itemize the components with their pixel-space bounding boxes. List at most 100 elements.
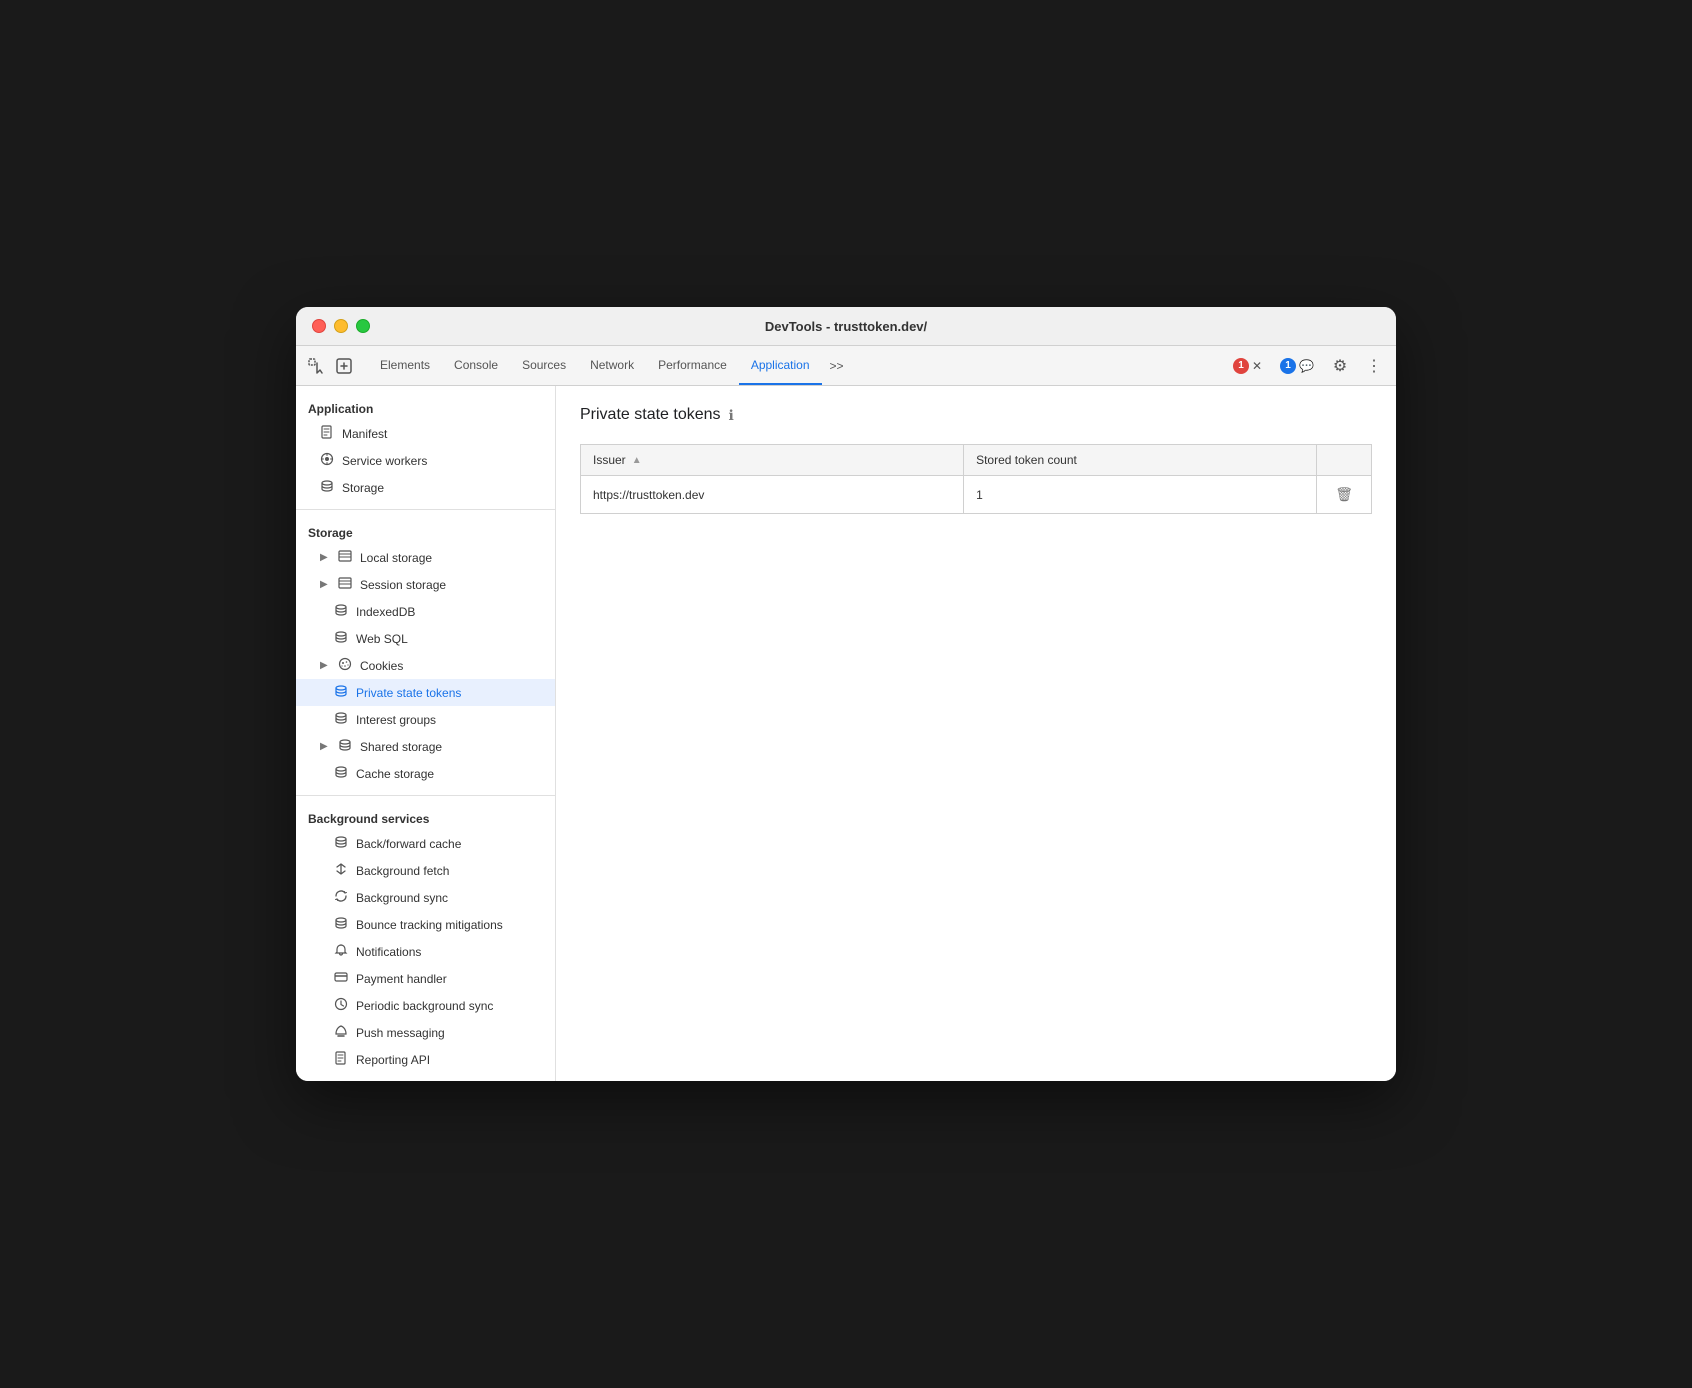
- sidebar-item-manifest[interactable]: Manifest: [296, 420, 555, 447]
- service-workers-icon: [320, 452, 334, 469]
- sidebar-item-notifications[interactable]: Notifications: [296, 938, 555, 965]
- warning-badge[interactable]: 1 💬: [1274, 356, 1320, 376]
- tab-sources[interactable]: Sources: [510, 346, 578, 385]
- section-label-storage: Storage: [296, 518, 555, 544]
- sidebar-item-interest-groups[interactable]: Interest groups: [296, 706, 555, 733]
- inspect-icon[interactable]: [332, 354, 356, 378]
- local-storage-label: Local storage: [360, 551, 432, 565]
- web-sql-label: Web SQL: [356, 632, 408, 646]
- more-options-icon[interactable]: ⋮: [1360, 352, 1388, 380]
- reporting-api-icon: [334, 1051, 348, 1068]
- local-storage-icon: [338, 549, 352, 566]
- sidebar-item-private-state-tokens[interactable]: Private state tokens: [296, 679, 555, 706]
- manifest-label: Manifest: [342, 427, 387, 441]
- cell-delete: 🗑: [1317, 476, 1372, 514]
- title-bar: DevTools - trusttoken.dev/: [296, 307, 1396, 346]
- sidebar-item-back-forward-cache[interactable]: Back/forward cache: [296, 830, 555, 857]
- tab-console[interactable]: Console: [442, 346, 510, 385]
- shared-storage-icon: [338, 738, 352, 755]
- manifest-icon: [320, 425, 334, 442]
- panel-title: Private state tokens ℹ: [580, 406, 1372, 424]
- back-forward-cache-icon: [334, 835, 348, 852]
- indexeddb-icon: [334, 603, 348, 620]
- column-actions: [1317, 445, 1372, 476]
- background-fetch-icon: [334, 862, 348, 879]
- section-label-application: Application: [296, 394, 555, 420]
- back-forward-cache-label: Back/forward cache: [356, 837, 461, 851]
- cache-storage-label: Cache storage: [356, 767, 434, 781]
- expand-local-storage-icon: ▶: [320, 552, 330, 563]
- sidebar-item-reporting-api[interactable]: Reporting API: [296, 1046, 555, 1073]
- notifications-label: Notifications: [356, 945, 421, 959]
- bounce-tracking-label: Bounce tracking mitigations: [356, 918, 503, 932]
- indexeddb-label: IndexedDB: [356, 605, 415, 619]
- column-token-count[interactable]: Stored token count: [964, 445, 1317, 476]
- more-tabs-button[interactable]: >>: [822, 346, 852, 385]
- sidebar-item-payment-handler[interactable]: Payment handler: [296, 965, 555, 992]
- sidebar-item-background-sync[interactable]: Background sync: [296, 884, 555, 911]
- sidebar-item-service-workers[interactable]: Service workers: [296, 447, 555, 474]
- shared-storage-label: Shared storage: [360, 740, 442, 754]
- session-storage-label: Session storage: [360, 578, 446, 592]
- cache-storage-icon: [334, 765, 348, 782]
- interest-groups-label: Interest groups: [356, 713, 436, 727]
- bounce-tracking-icon: [334, 916, 348, 933]
- sidebar-item-local-storage[interactable]: ▶ Local storage: [296, 544, 555, 571]
- tab-bar: Elements Console Sources Network Perform…: [296, 346, 1396, 386]
- toolbar-right: 1 ✕ 1 💬 ⚙ ⋮: [1227, 352, 1388, 380]
- notifications-icon: [334, 943, 348, 960]
- main-content: Application Manifest Service workers Sto…: [296, 386, 1396, 1081]
- table-row: https://trusttoken.dev 1 🗑: [581, 476, 1372, 514]
- periodic-background-sync-label: Periodic background sync: [356, 999, 493, 1013]
- panel-title-text: Private state tokens: [580, 406, 721, 424]
- tab-application[interactable]: Application: [739, 346, 822, 385]
- minimize-button[interactable]: [334, 319, 348, 333]
- expand-session-storage-icon: ▶: [320, 579, 330, 590]
- error-badge[interactable]: 1 ✕: [1227, 356, 1268, 376]
- sort-icon-issuer: ▲: [632, 455, 642, 466]
- close-button[interactable]: [312, 319, 326, 333]
- column-issuer[interactable]: Issuer ▲: [581, 445, 964, 476]
- sidebar-item-push-messaging[interactable]: Push messaging: [296, 1019, 555, 1046]
- sidebar-item-web-sql[interactable]: Web SQL: [296, 625, 555, 652]
- section-label-background-services: Background services: [296, 804, 555, 830]
- payment-handler-icon: [334, 970, 348, 987]
- cell-issuer: https://trusttoken.dev: [581, 476, 964, 514]
- sidebar-item-storage-app[interactable]: Storage: [296, 474, 555, 501]
- sidebar-item-indexeddb[interactable]: IndexedDB: [296, 598, 555, 625]
- sidebar-item-session-storage[interactable]: ▶ Session storage: [296, 571, 555, 598]
- sidebar-item-bounce-tracking[interactable]: Bounce tracking mitigations: [296, 911, 555, 938]
- maximize-button[interactable]: [356, 319, 370, 333]
- sidebar-item-shared-storage[interactable]: ▶ Shared storage: [296, 733, 555, 760]
- background-fetch-label: Background fetch: [356, 864, 449, 878]
- tabs: Elements Console Sources Network Perform…: [368, 346, 1227, 385]
- window-title: DevTools - trusttoken.dev/: [765, 319, 927, 334]
- error-count: 1: [1233, 358, 1249, 374]
- private-state-tokens-icon: [334, 684, 348, 701]
- warning-count: 1: [1280, 358, 1296, 374]
- divider-2: [296, 795, 555, 796]
- tab-elements[interactable]: Elements: [368, 346, 442, 385]
- reporting-api-label: Reporting API: [356, 1053, 430, 1067]
- tab-performance[interactable]: Performance: [646, 346, 739, 385]
- sidebar-item-periodic-background-sync[interactable]: Periodic background sync: [296, 992, 555, 1019]
- sidebar-item-background-fetch[interactable]: Background fetch: [296, 857, 555, 884]
- service-workers-label: Service workers: [342, 454, 427, 468]
- tab-network[interactable]: Network: [578, 346, 646, 385]
- cursor-icon[interactable]: [304, 354, 328, 378]
- cookies-icon: [338, 657, 352, 674]
- info-icon[interactable]: ℹ: [729, 407, 734, 424]
- delete-button[interactable]: 🗑: [1329, 484, 1359, 505]
- push-messaging-icon: [334, 1024, 348, 1041]
- storage-app-icon: [320, 479, 334, 496]
- payment-handler-label: Payment handler: [356, 972, 447, 986]
- panel: Private state tokens ℹ Issuer ▲ Stored t…: [556, 386, 1396, 1081]
- settings-icon[interactable]: ⚙: [1326, 352, 1354, 380]
- cookies-label: Cookies: [360, 659, 403, 673]
- storage-app-label: Storage: [342, 481, 384, 495]
- sidebar-item-cache-storage[interactable]: Cache storage: [296, 760, 555, 787]
- sidebar-item-cookies[interactable]: ▶ Cookies: [296, 652, 555, 679]
- divider-1: [296, 509, 555, 510]
- sidebar: Application Manifest Service workers Sto…: [296, 386, 556, 1081]
- interest-groups-icon: [334, 711, 348, 728]
